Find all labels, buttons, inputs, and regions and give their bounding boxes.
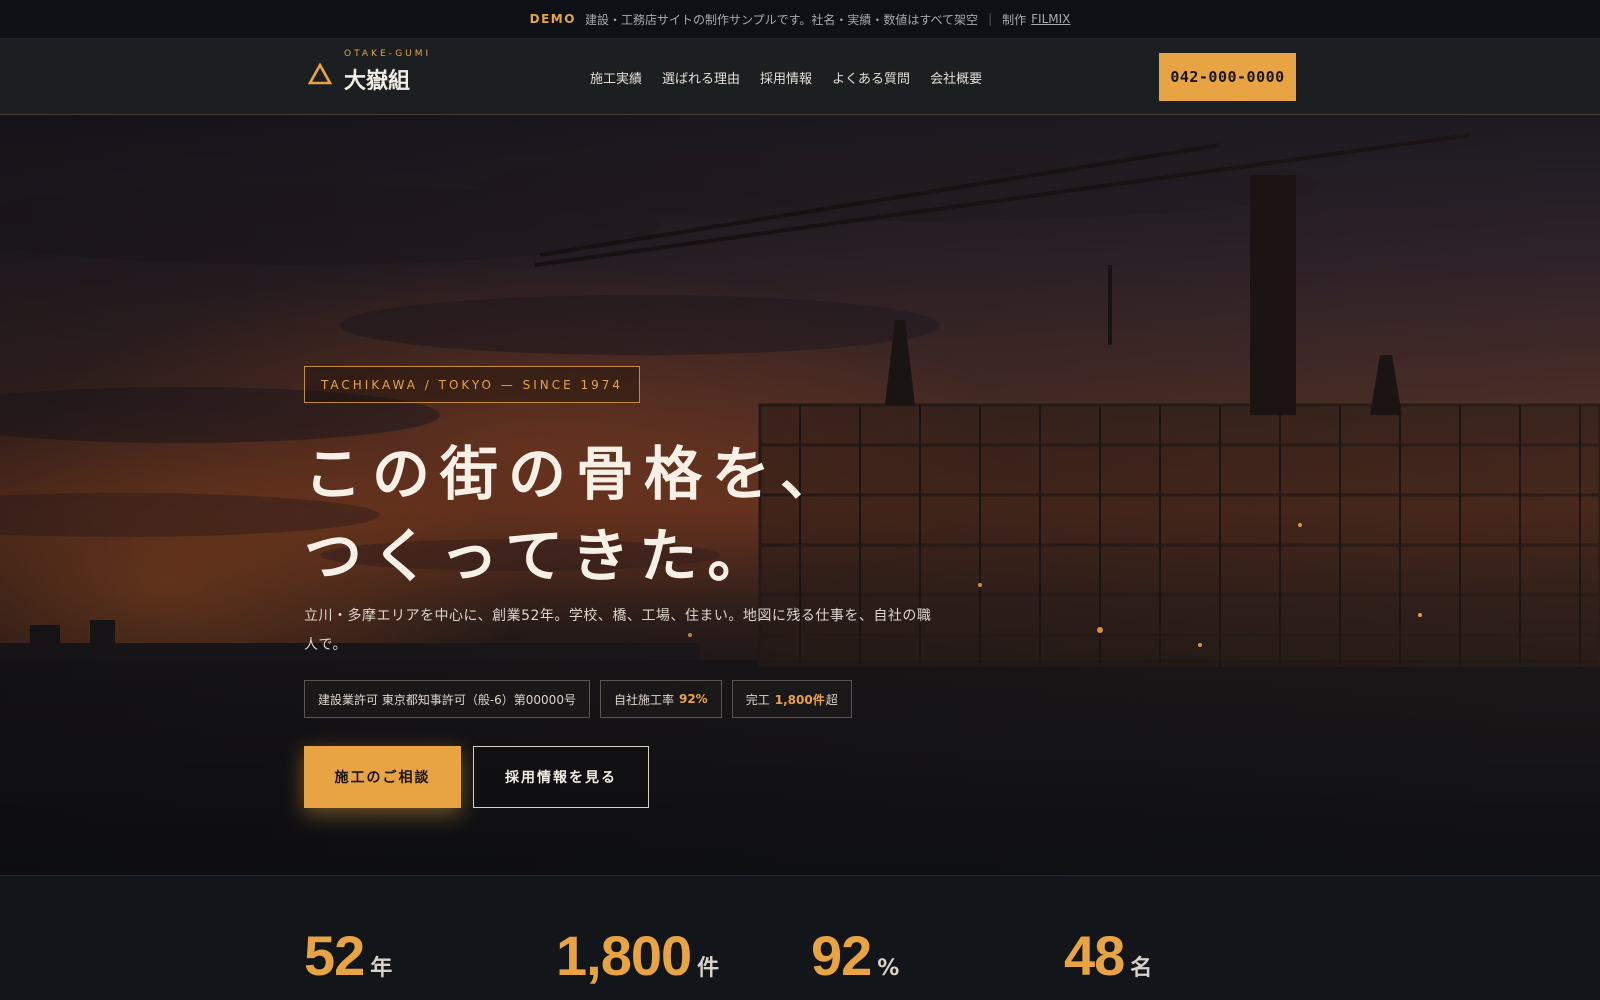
stat-unit: 件: [697, 956, 720, 981]
hero-eyebrow: TACHIKAWA / TOKYO — SINCE 1974: [304, 366, 641, 403]
stat-number: 1,800: [556, 924, 692, 987]
nav-recruit[interactable]: 採用情報: [760, 68, 812, 87]
demo-banner: DEMO 建設・工務店サイトの制作サンプルです。社名・実績・数値はすべて架空 |…: [0, 0, 1600, 39]
demo-separator: |: [988, 12, 993, 26]
stat-staff: 48 名: [1064, 928, 1152, 984]
stat-number: 48: [1064, 924, 1125, 987]
stat-number: 52: [304, 924, 365, 987]
nav-company[interactable]: 会社概要: [930, 68, 982, 87]
stat-unit: 名: [1130, 956, 1153, 981]
demo-message: 建設・工務店サイトの制作サンプルです。社名・実績・数値はすべて架空: [584, 12, 979, 27]
chip-text: 自社施工率: [613, 692, 674, 707]
self-construction-badge: 自社施工率 92%: [599, 680, 722, 718]
chip-text: 建設業許可 東京都知事許可（般-6）第00000号: [318, 692, 576, 707]
chip-number: 1,800件: [774, 692, 825, 707]
site-logo[interactable]: OTAKE-GUMI 大嶽組: [308, 49, 431, 95]
chip-number: 92%: [678, 692, 708, 706]
chip-suffix: 超: [825, 692, 838, 707]
stat-number: 92: [811, 924, 872, 987]
license-badge: 建設業許可 東京都知事許可（般-6）第00000号: [304, 680, 590, 718]
consultation-button[interactable]: 施工のご相談: [304, 746, 461, 808]
stat-unit: 年: [370, 956, 393, 981]
triangle-logo-icon: [308, 62, 332, 85]
filmix-link[interactable]: FILMIX: [1031, 12, 1070, 26]
hero-section: TACHIKAWA / TOKYO — SINCE 1974 この街の骨格を、 …: [0, 115, 1600, 875]
stat-unit: %: [877, 956, 900, 981]
hero-headline: この街の骨格を、 つくってきた。: [304, 433, 848, 597]
main-nav: 施工実績 選ばれる理由 採用情報 よくある質問 会社概要: [590, 39, 982, 115]
hero-lead: 立川・多摩エリアを中心に、創業52年。学校、橋、工場、住まい。地図に残る仕事を、…: [304, 608, 932, 653]
demo-tag: DEMO: [529, 12, 576, 26]
completed-badge: 完工 1,800件 超: [731, 680, 852, 718]
site-header: OTAKE-GUMI 大嶽組 施工実績 選ばれる理由 採用情報 よくある質問 会…: [0, 39, 1600, 115]
nav-reasons[interactable]: 選ばれる理由: [662, 68, 740, 87]
nav-works[interactable]: 施工実績: [590, 68, 642, 87]
hero-badges: 建設業許可 東京都知事許可（般-6）第00000号 自社施工率 92% 完工 1…: [304, 680, 852, 718]
logo-japanese: 大嶽組: [344, 68, 411, 94]
stat-years: 52 年: [304, 928, 392, 984]
stats-section: 52 年 1,800 件 92 % 48 名: [0, 875, 1600, 1000]
recruit-button[interactable]: 採用情報を見る: [473, 746, 649, 808]
stat-self-rate: 92 %: [811, 928, 899, 984]
headline-line-2: つくってきた。: [304, 522, 776, 590]
phone-button[interactable]: 042-000-0000: [1159, 53, 1296, 101]
headline-line-1: この街の骨格を、: [304, 440, 849, 508]
chip-text: 完工: [745, 692, 770, 707]
demo-credit-prefix: 制作: [1002, 12, 1027, 27]
nav-faq[interactable]: よくある質問: [832, 68, 910, 87]
stat-projects: 1,800 件: [556, 928, 719, 984]
logo-english: OTAKE-GUMI: [344, 49, 432, 59]
